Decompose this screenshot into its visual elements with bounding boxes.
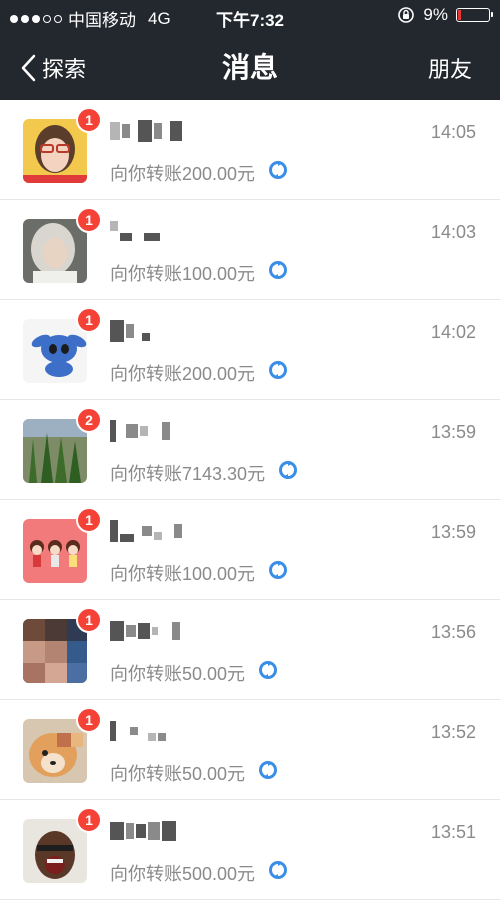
navigation-bar: 探索 消息 朋友: [0, 32, 500, 100]
transfer-refresh-icon: [267, 559, 289, 586]
message-preview: 向你转账100.00元: [110, 559, 289, 586]
message-text: 向你转账200.00元: [110, 363, 256, 384]
sender-name-redacted: [110, 818, 230, 844]
top-header: 中国移动 4G 下午7:32 9% 探索 消息 朋友: [0, 0, 500, 100]
message-preview: 向你转账200.00元: [110, 159, 289, 186]
transfer-refresh-icon: [267, 859, 289, 886]
sender-name-redacted: [110, 518, 230, 544]
avatar-girl-glasses: [23, 119, 87, 183]
sender-name-redacted: [110, 718, 230, 744]
message-row[interactable]: 1 14:03 向你转账100.00元: [0, 200, 500, 300]
message-text: 向你转账100.00元: [110, 563, 256, 584]
sender-name-redacted: [110, 118, 230, 144]
message-preview: 向你转账200.00元: [110, 359, 289, 386]
transfer-refresh-icon: [257, 759, 279, 786]
message-preview: 向你转账50.00元: [110, 659, 279, 686]
message-time: 13:59: [430, 422, 476, 442]
friends-button[interactable]: 朋友: [428, 52, 472, 84]
message-text: 向你转账50.00元: [110, 763, 246, 784]
message-preview: 向你转账50.00元: [110, 759, 279, 786]
status-right: 9%: [397, 5, 493, 25]
unread-badge: 1: [76, 607, 102, 633]
sender-name-redacted: [110, 318, 230, 344]
message-row[interactable]: 2 13:59 向你转账7143.30元: [0, 400, 500, 500]
message-text: 向你转账500.00元: [110, 863, 256, 884]
avatar-cartoon-girls: [23, 519, 87, 583]
message-row[interactable]: 1 13:51 向你转账500.00元: [0, 800, 500, 900]
transfer-refresh-icon: [267, 259, 289, 286]
unread-badge: 1: [76, 807, 102, 833]
message-row[interactable]: 1 14:05 向你转账200.00元: [0, 100, 500, 200]
unread-badge: 1: [76, 707, 102, 733]
message-time: 13:59: [430, 522, 476, 542]
message-time: 14:05: [430, 122, 476, 142]
avatar-plants: [23, 419, 87, 483]
transfer-refresh-icon: [267, 159, 289, 186]
message-row[interactable]: 1 13:59 向你转账100.00元: [0, 500, 500, 600]
transfer-refresh-icon: [277, 459, 299, 486]
message-preview: 向你转账7143.30元: [110, 459, 299, 486]
avatar-pixelated-face: [23, 619, 87, 683]
message-text: 向你转账7143.30元: [110, 463, 266, 484]
message-time: 14:02: [430, 322, 476, 342]
unread-badge: 1: [76, 207, 102, 233]
message-text: 向你转账200.00元: [110, 163, 256, 184]
message-text: 向你转账100.00元: [110, 263, 256, 284]
sender-name-redacted: [110, 418, 230, 444]
message-text: 向你转账50.00元: [110, 663, 246, 684]
message-row[interactable]: 1 14:02 向你转账200.00元: [0, 300, 500, 400]
message-list: 1 14:05 向你转账200.00元 1 14:03 向你转账100.00元 …: [0, 100, 500, 900]
message-time: 13:56: [430, 622, 476, 642]
message-time: 14:03: [430, 222, 476, 242]
rotation-lock-icon: [398, 7, 415, 23]
transfer-refresh-icon: [257, 659, 279, 686]
avatar-silver-hair: [23, 219, 87, 283]
battery-percent: 9%: [423, 5, 448, 24]
avatar-puppy: [23, 719, 87, 783]
transfer-refresh-icon: [267, 359, 289, 386]
message-preview: 向你转账500.00元: [110, 859, 289, 886]
message-row[interactable]: 1 13:56 向你转账50.00元: [0, 600, 500, 700]
message-row[interactable]: 1 13:52 向你转账50.00元: [0, 700, 500, 800]
unread-badge: 2: [76, 407, 102, 433]
avatar-stitch: [23, 319, 87, 383]
message-time: 13:51: [430, 822, 476, 842]
message-preview: 向你转账100.00元: [110, 259, 289, 286]
unread-badge: 1: [76, 507, 102, 533]
sender-name-redacted: [110, 618, 230, 644]
avatar-shouting-man: [23, 819, 87, 883]
unread-badge: 1: [76, 107, 102, 133]
battery-icon: [456, 8, 493, 22]
message-time: 13:52: [430, 722, 476, 742]
status-bar: 中国移动 4G 下午7:32 9%: [0, 0, 500, 32]
sender-name-redacted: [110, 218, 230, 244]
page-title: 消息: [221, 52, 278, 83]
unread-badge: 1: [76, 307, 102, 333]
